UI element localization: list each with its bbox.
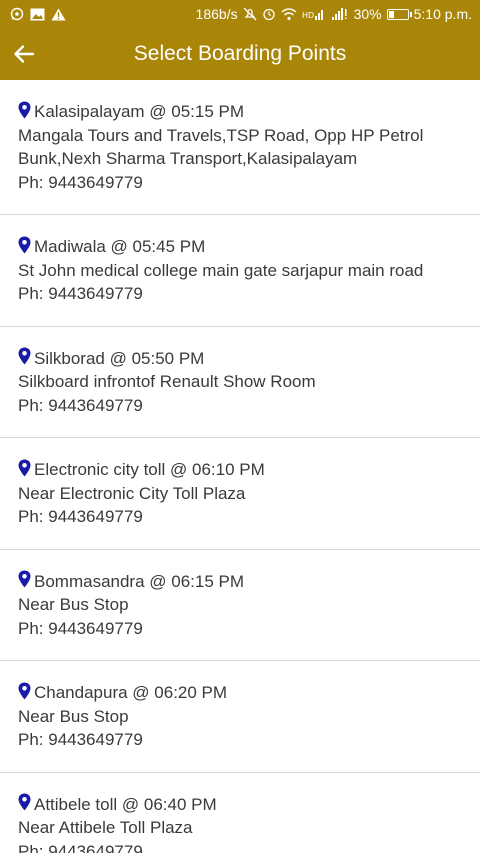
location-pin-icon bbox=[18, 101, 31, 119]
boarding-points-list: Kalasipalayam @ 05:15 PM Mangala Tours an… bbox=[0, 80, 480, 853]
page-title: Select Boarding Points bbox=[133, 42, 347, 65]
boarding-point-item[interactable]: Madiwala @ 05:45 PM St John medical colle… bbox=[0, 215, 480, 327]
location-pin-icon bbox=[18, 570, 31, 588]
back-button[interactable] bbox=[4, 28, 44, 80]
boarding-point-heading: Kalasipalayam @ 05:15 PM bbox=[34, 102, 245, 121]
battery-icon bbox=[386, 8, 412, 20]
boarding-point-heading-row: Kalasipalayam @ 05:15 PM bbox=[18, 100, 462, 124]
boarding-point-address: Near Attibele Toll Plaza bbox=[18, 818, 193, 837]
boarding-point-phone: Ph: 9443649779 bbox=[18, 730, 143, 749]
alarm-icon bbox=[262, 7, 276, 21]
signal-icon bbox=[331, 7, 349, 21]
boarding-point-heading: Madiwala @ 05:45 PM bbox=[34, 237, 206, 256]
boarding-point-address: Near Bus Stop bbox=[18, 595, 129, 614]
boarding-point-heading-row: Bommasandra @ 06:15 PM bbox=[18, 570, 462, 594]
wifi-icon bbox=[281, 7, 297, 21]
boarding-point-address: Silkboard infrontof Renault Show Room bbox=[18, 372, 316, 391]
boarding-point-heading-row: Chandapura @ 06:20 PM bbox=[18, 681, 462, 705]
boarding-point-heading-row: Attibele toll @ 06:40 PM bbox=[18, 793, 462, 817]
boarding-point-address: Mangala Tours and Travels,TSP Road, Opp … bbox=[18, 125, 424, 169]
battery-fill bbox=[388, 10, 395, 18]
boarding-point-address: Near Bus Stop bbox=[18, 706, 129, 726]
boarding-point-heading: Electronic city toll @ 06:10 PM bbox=[34, 460, 265, 479]
boarding-point-phone: Ph: 9443649779 bbox=[18, 284, 143, 303]
image-icon bbox=[30, 8, 45, 21]
status-left-icons bbox=[10, 7, 66, 21]
warning-icon bbox=[51, 8, 66, 21]
boarding-point-phone: Ph: 9443649779 bbox=[18, 172, 143, 192]
boarding-point-item[interactable]: Bommasandra @ 06:15 PM Near Bus Stop Ph: 9… bbox=[0, 550, 480, 661]
net-speed: 186b/s bbox=[195, 6, 238, 22]
boarding-point-address: Near Electronic City Toll Plaza bbox=[18, 483, 246, 503]
boarding-point-phone: Ph: 9443649779 bbox=[18, 507, 143, 526]
boarding-point-phone: Ph: 9443649779 bbox=[18, 618, 143, 638]
boarding-point-item[interactable]: Chandapura @ 06:20 PM Near Bus Stop Ph: 94… bbox=[0, 661, 480, 773]
location-pin-icon bbox=[18, 236, 31, 254]
location-pin-icon bbox=[18, 347, 31, 365]
location-pin-icon bbox=[18, 793, 31, 811]
mute-icon bbox=[243, 7, 257, 21]
arrow-left-icon bbox=[14, 45, 35, 63]
hd-signal-icon: HD bbox=[302, 8, 326, 21]
app-bar: Select Boarding Points bbox=[0, 28, 480, 80]
battery-percent: 30% bbox=[353, 6, 382, 22]
boarding-point-heading: Attibele toll @ 06:40 PM bbox=[34, 794, 217, 814]
boarding-point-item[interactable]: Attibele toll @ 06:40 PM Near Attibele To… bbox=[0, 773, 480, 853]
status-right-area: 186b/s HD 30% 5:10 p.m. bbox=[196, 6, 472, 22]
boarding-point-heading: Silkborad @ 05:50 PM bbox=[34, 348, 205, 368]
location-pin-icon bbox=[18, 682, 31, 700]
boarding-point-phone: Ph: 9443649779 bbox=[18, 841, 143, 853]
boarding-point-heading: Chandapura @ 06:20 PM bbox=[34, 683, 228, 702]
boarding-point-item[interactable]: Silkborad @ 05:50 PM Silkboard infrontof … bbox=[0, 327, 480, 438]
boarding-point-item[interactable]: Kalasipalayam @ 05:15 PM Mangala Tours an… bbox=[0, 80, 480, 215]
svg-text:HD: HD bbox=[302, 11, 314, 20]
status-bar: 186b/s HD 30% 5:10 p.m. bbox=[0, 0, 480, 28]
boarding-point-heading: Bommasandra @ 06:15 PM bbox=[34, 571, 245, 591]
clock: 5:10 p.m. bbox=[413, 6, 472, 22]
location-pin-icon bbox=[18, 459, 31, 477]
boarding-point-address: St John medical college main gate sarjap… bbox=[18, 260, 424, 280]
boarding-point-heading-row: Madiwala @ 05:45 PM bbox=[18, 235, 462, 259]
boarding-point-heading-row: Electronic city toll @ 06:10 PM bbox=[18, 458, 462, 482]
boarding-point-item[interactable]: Electronic city toll @ 06:10 PM Near Elec… bbox=[0, 438, 480, 550]
boarding-point-phone: Ph: 9443649779 bbox=[18, 395, 143, 415]
boarding-point-heading-row: Silkborad @ 05:50 PM bbox=[18, 347, 462, 371]
whatsapp-icon bbox=[10, 7, 24, 21]
